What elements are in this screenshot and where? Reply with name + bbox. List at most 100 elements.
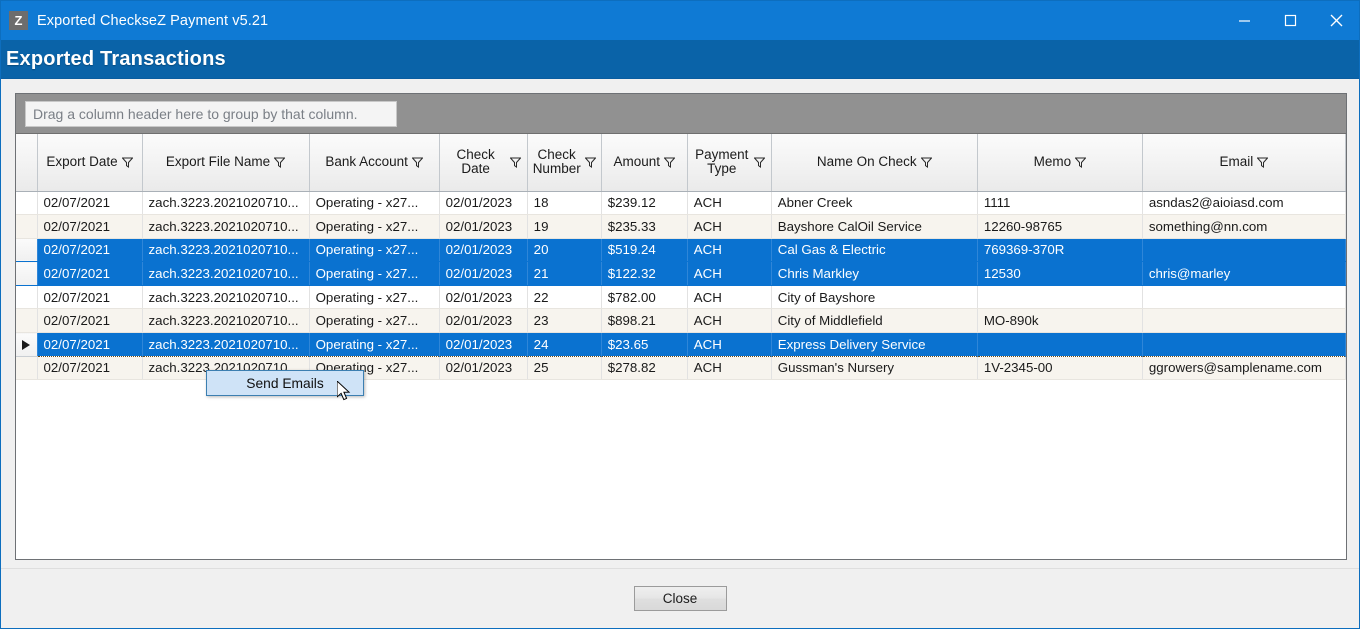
cell-check_number: 24 [527, 332, 602, 357]
cell-export_date: 02/07/2021 [37, 308, 143, 334]
filter-funnel-icon[interactable] [663, 157, 675, 168]
row-indicator-cell[interactable] [16, 261, 38, 286]
filter-funnel-icon[interactable] [411, 157, 423, 168]
window-title: Exported CheckseZ Payment v5.21 [37, 12, 269, 29]
row-indicator-cell[interactable] [16, 285, 38, 310]
cell-check_number: 22 [527, 285, 602, 310]
cell-check_number: 18 [527, 191, 602, 216]
cell-export_file: zach.3223.2021020710... [142, 261, 310, 286]
table-row[interactable]: 02/07/2021 zach.3223.2021020710... Operati… [16, 238, 1346, 263]
column-header-name_on_check[interactable]: Name On Check [771, 134, 978, 192]
cell-payment_type: ACH [687, 332, 772, 357]
cell-name_on_check: Express Delivery Service [771, 332, 978, 357]
current-row-arrow-icon [22, 340, 31, 351]
row-indicator-cell[interactable] [16, 214, 38, 239]
column-header-label: Export File Name [165, 154, 271, 170]
cell-email: asndas2@aioiasd.com [1142, 191, 1346, 216]
column-header-label: Check Date [456, 147, 495, 177]
cell-name_on_check: Chris Markley [771, 261, 978, 286]
application-window: Z Exported CheckseZ Payment v5.21 Export… [0, 0, 1360, 629]
row-indicator-cell[interactable] [16, 191, 38, 216]
row-indicator-cell[interactable] [16, 356, 38, 381]
row-indicator-cell[interactable] [16, 238, 38, 263]
context-menu-item-send-emails[interactable]: Send Emails [246, 376, 323, 391]
maximize-icon[interactable] [1267, 1, 1313, 40]
filter-funnel-icon[interactable] [1075, 157, 1087, 168]
column-header-export_date[interactable]: Export Date [37, 134, 143, 192]
column-header-check_date[interactable]: Check Date [439, 134, 528, 192]
filter-funnel-icon[interactable] [584, 157, 596, 168]
context-menu[interactable]: Send Emails [206, 370, 364, 396]
cell-amount: $898.21 [601, 308, 688, 334]
column-header-export_file[interactable]: Export File Name [142, 134, 310, 192]
cell-export_date: 02/07/2021 [37, 332, 143, 357]
group-by-panel[interactable]: Drag a column header here to group by th… [16, 94, 1346, 134]
cell-email: chris@marley [1142, 261, 1346, 286]
filter-funnel-icon[interactable] [274, 157, 286, 168]
cell-memo: 12530 [977, 261, 1143, 286]
cell-email: something@nn.com [1142, 214, 1346, 239]
cell-export_date: 02/07/2021 [37, 214, 143, 239]
table-row[interactable]: 02/07/2021 zach.3223.2021020710... Operati… [16, 285, 1346, 310]
column-header-check_number[interactable]: Check Number [527, 134, 602, 192]
column-header-label: Export Date [46, 154, 118, 170]
cell-name_on_check: Abner Creek [771, 191, 978, 216]
filter-funnel-icon[interactable] [509, 157, 521, 168]
column-header-email[interactable]: Email [1142, 134, 1346, 192]
filter-funnel-icon[interactable] [753, 157, 765, 168]
table-row[interactable]: 02/07/2021 zach.3223.2021020710... Operati… [16, 214, 1346, 239]
minimize-icon[interactable] [1221, 1, 1267, 40]
row-indicator-cell[interactable] [16, 332, 38, 357]
column-header-label: Memo [1033, 154, 1072, 170]
cell-email [1142, 285, 1346, 310]
cell-name_on_check: City of Middlefield [771, 308, 978, 334]
cell-name_on_check: Gussman's Nursery [771, 356, 978, 381]
grid-scroll-area: Export Date Export File Name Bank Account C… [16, 134, 1346, 558]
close-icon[interactable] [1313, 1, 1359, 40]
cell-export_file: zach.3223.2021020710... [142, 191, 310, 216]
table-row[interactable]: 02/07/2021 zach.3223.2021020710... Operati… [16, 191, 1346, 216]
cell-bank_account: Operating - x27... [309, 285, 440, 310]
cell-payment_type: ACH [687, 285, 772, 310]
cell-name_on_check: City of Bayshore [771, 285, 978, 310]
cell-name_on_check: Bayshore CalOil Service [771, 214, 978, 239]
cell-email: ggrowers@samplename.com [1142, 356, 1346, 381]
cell-check_date: 02/01/2023 [439, 238, 528, 263]
cell-check_date: 02/01/2023 [439, 261, 528, 286]
cell-memo: 12260-98765 [977, 214, 1143, 239]
footer-bar: Close [1, 568, 1359, 628]
cell-memo: 1111 [977, 191, 1143, 216]
cell-amount: $278.82 [601, 356, 688, 381]
cell-check_date: 02/01/2023 [439, 356, 528, 381]
cell-check_number: 20 [527, 238, 602, 263]
filter-funnel-icon[interactable] [121, 157, 133, 168]
grid-empty-space [16, 380, 1346, 558]
cell-export_date: 02/07/2021 [37, 261, 143, 286]
cell-payment_type: ACH [687, 214, 772, 239]
cell-export_file: zach.3223.2021020710... [142, 308, 310, 334]
column-header-payment_type[interactable]: Payment Type [687, 134, 772, 192]
group-by-hint[interactable]: Drag a column header here to group by th… [25, 100, 397, 127]
table-row[interactable]: 02/07/2021 zach.3223.2021020710... Operati… [16, 261, 1346, 286]
close-button[interactable]: Close [633, 586, 727, 611]
filter-funnel-icon[interactable] [920, 157, 932, 168]
cell-check_date: 02/01/2023 [439, 308, 528, 334]
filter-funnel-icon[interactable] [1257, 157, 1269, 168]
cell-export_file: zach.3223.2021020710... [142, 332, 310, 357]
cell-bank_account: Operating - x27... [309, 191, 440, 216]
table-row[interactable]: 02/07/2021 zach.3223.2021020710... Operati… [16, 332, 1346, 357]
column-header-memo[interactable]: Memo [977, 134, 1143, 192]
row-indicator-cell[interactable] [16, 308, 38, 334]
table-body: 02/07/2021 zach.3223.2021020710... Operati… [16, 191, 1346, 381]
cell-export_date: 02/07/2021 [37, 356, 143, 381]
column-header-amount[interactable]: Amount [601, 134, 688, 192]
column-header-bank_account[interactable]: Bank Account [309, 134, 440, 192]
cell-payment_type: ACH [687, 191, 772, 216]
cell-amount: $23.65 [601, 332, 688, 357]
table-row[interactable]: 02/07/2021 zach.3223.2021020710... Operati… [16, 308, 1346, 334]
cell-memo [977, 285, 1143, 310]
table-header: Export Date Export File Name Bank Account C… [16, 134, 1346, 192]
cell-check_date: 02/01/2023 [439, 214, 528, 239]
cell-memo: 769369-370R [977, 238, 1143, 263]
cell-export_file: zach.3223.2021020710... [142, 238, 310, 263]
